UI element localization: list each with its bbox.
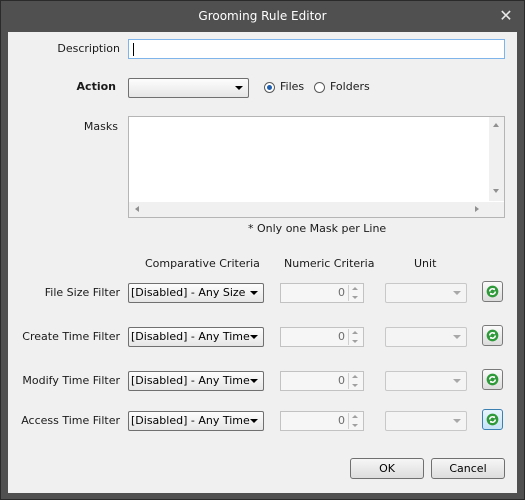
chevron-down-icon <box>250 291 258 295</box>
stepper-down-icon[interactable] <box>352 424 358 427</box>
numeric-value: 0 <box>338 374 345 387</box>
stepper-up-icon[interactable] <box>352 375 358 378</box>
numeric-criteria-stepper[interactable]: 0 <box>280 283 364 303</box>
stepper-up-icon[interactable] <box>352 415 358 418</box>
close-icon[interactable]: ✕ <box>498 8 514 24</box>
scroll-up-icon[interactable] <box>493 123 499 127</box>
files-label: Files <box>280 80 305 93</box>
title-bar: Grooming Rule Editor <box>1 1 524 31</box>
numeric-criteria-stepper[interactable]: 0 <box>280 411 364 431</box>
stepper-buttons[interactable] <box>348 413 362 429</box>
vertical-scrollbar[interactable] <box>489 117 504 201</box>
criteria-value: [Disabled] - Any Size <box>131 286 246 299</box>
chevron-down-icon <box>453 419 461 423</box>
scroll-left-icon[interactable] <box>135 206 139 212</box>
criteria-value: [Disabled] - Any Time <box>131 414 250 427</box>
horizontal-scrollbar[interactable] <box>129 202 489 217</box>
header-numeric-criteria: Numeric Criteria <box>284 257 375 270</box>
chevron-down-icon <box>453 291 461 295</box>
folders-label: Folders <box>330 80 370 93</box>
description-field[interactable] <box>128 39 505 59</box>
comparative-criteria-dropdown[interactable]: [Disabled] - Any Time <box>128 371 264 391</box>
numeric-value: 0 <box>338 286 345 299</box>
stepper-up-icon[interactable] <box>352 287 358 290</box>
chevron-down-icon <box>235 86 243 90</box>
window-title: Grooming Rule Editor <box>198 9 327 23</box>
stepper-down-icon[interactable] <box>352 340 358 343</box>
scrollbar-corner <box>489 202 504 217</box>
chevron-down-icon <box>453 379 461 383</box>
filter-row-label: Access Time Filter <box>21 414 120 427</box>
cancel-button[interactable]: Cancel <box>431 458 505 479</box>
refresh-button[interactable] <box>482 325 503 346</box>
refresh-icon <box>486 413 499 426</box>
scroll-down-icon[interactable] <box>493 189 499 193</box>
filter-row-label: Modify Time Filter <box>22 374 120 387</box>
unit-dropdown[interactable] <box>385 411 467 431</box>
unit-dropdown[interactable] <box>385 283 467 303</box>
comparative-criteria-dropdown[interactable]: [Disabled] - Any Time <box>128 411 264 431</box>
masks-textarea[interactable] <box>128 116 505 218</box>
chevron-down-icon <box>250 335 258 339</box>
unit-dropdown[interactable] <box>385 327 467 347</box>
chevron-down-icon <box>250 379 258 383</box>
files-radio[interactable] <box>264 82 275 93</box>
header-comparative-criteria: Comparative Criteria <box>145 257 260 270</box>
refresh-icon <box>486 329 499 342</box>
refresh-button[interactable] <box>482 409 503 430</box>
chevron-down-icon <box>453 335 461 339</box>
header-unit: Unit <box>414 257 437 270</box>
numeric-criteria-stepper[interactable]: 0 <box>280 371 364 391</box>
text-caret <box>133 43 134 56</box>
filter-row-label: File Size Filter <box>44 286 120 299</box>
numeric-value: 0 <box>338 330 345 343</box>
filter-row-label: Create Time Filter <box>22 330 120 343</box>
refresh-button[interactable] <box>482 281 503 302</box>
chevron-down-icon <box>250 419 258 423</box>
criteria-value: [Disabled] - Any Time <box>131 374 250 387</box>
action-dropdown[interactable] <box>128 78 249 98</box>
description-label: Description <box>57 42 120 55</box>
numeric-criteria-stepper[interactable]: 0 <box>280 327 364 347</box>
stepper-buttons[interactable] <box>348 285 362 301</box>
refresh-button[interactable] <box>482 369 503 390</box>
stepper-buttons[interactable] <box>348 329 362 345</box>
folders-radio[interactable] <box>314 82 325 93</box>
masks-note: * Only one Mask per Line <box>248 222 387 235</box>
stepper-buttons[interactable] <box>348 373 362 389</box>
ok-button[interactable]: OK <box>350 458 424 479</box>
scroll-right-icon[interactable] <box>475 206 479 212</box>
criteria-value: [Disabled] - Any Time <box>131 330 250 343</box>
refresh-icon <box>486 373 499 386</box>
unit-dropdown[interactable] <box>385 371 467 391</box>
refresh-icon <box>486 285 499 298</box>
action-label: Action <box>76 80 116 93</box>
stepper-down-icon[interactable] <box>352 296 358 299</box>
numeric-value: 0 <box>338 414 345 427</box>
stepper-up-icon[interactable] <box>352 331 358 334</box>
dialog-window: Grooming Rule Editor ✕ Description Actio… <box>0 0 525 500</box>
stepper-down-icon[interactable] <box>352 384 358 387</box>
dialog-body: Description Action Files Folders Masks *… <box>8 32 517 493</box>
masks-label: Masks <box>83 120 118 133</box>
comparative-criteria-dropdown[interactable]: [Disabled] - Any Time <box>128 327 264 347</box>
comparative-criteria-dropdown[interactable]: [Disabled] - Any Size <box>128 283 264 303</box>
